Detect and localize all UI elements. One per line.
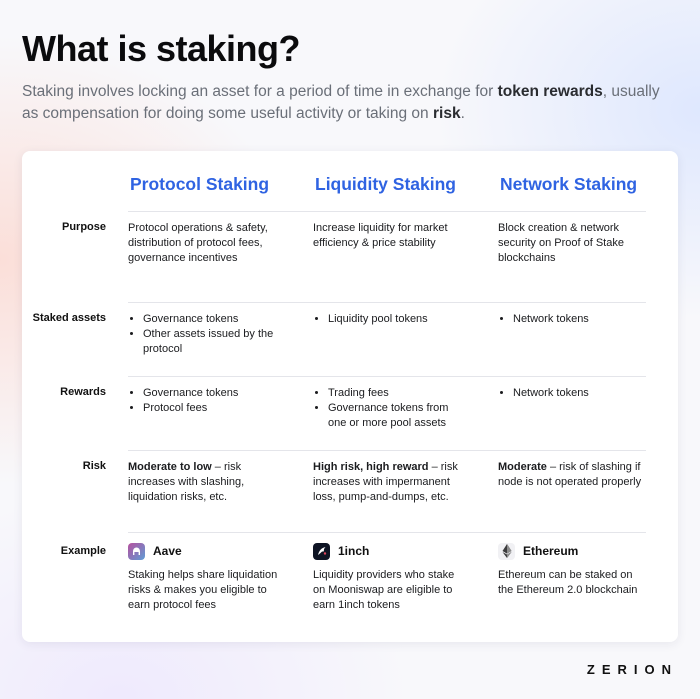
cell-rewards-protocol: Governance tokens Protocol fees	[128, 386, 278, 416]
subtitle-emphasis: risk	[432, 105, 461, 122]
subtitle-text: .	[460, 105, 465, 122]
risk-level: Moderate	[498, 461, 547, 473]
ethereum-logo-icon	[498, 542, 515, 560]
subtitle-emphasis: token rewards	[497, 83, 603, 100]
risk-level: High risk, high reward	[313, 461, 429, 473]
cell-staked-assets-protocol: Governance tokens Other assets issued by…	[128, 312, 278, 357]
list-item: Governance tokens	[143, 386, 278, 401]
row-label-example: Example	[60, 545, 106, 557]
row-label-risk: Risk	[82, 460, 106, 472]
cell-rewards-liquidity: Trading fees Governance tokens from one …	[313, 386, 463, 431]
cell-purpose-protocol: Protocol operations & safety, distributi…	[128, 222, 268, 264]
example-description: Ethereum can be staked on the Ethereum 2…	[498, 569, 638, 596]
cell-example-network: Ethereum Ethereum can be staked on the E…	[498, 542, 648, 598]
page-title: What is staking?	[22, 28, 301, 69]
list-item: Governance tokens	[143, 312, 278, 327]
cell-purpose-network: Block creation & network security on Pro…	[498, 222, 624, 264]
page-subtitle: Staking involves locking an asset for a …	[22, 81, 662, 125]
list-item: Network tokens	[513, 312, 648, 327]
divider	[128, 532, 646, 533]
cell-rewards-network: Network tokens	[498, 386, 648, 401]
cell-example-protocol: Aave Staking helps share liquidation ris…	[128, 542, 278, 613]
cell-staked-assets-network: Network tokens	[498, 312, 648, 327]
list-item: Other assets issued by the protocol	[143, 327, 278, 357]
zerion-logo: ZERION	[586, 662, 678, 677]
1inch-logo-icon	[313, 542, 330, 560]
column-header-network: Network Staking	[500, 174, 638, 194]
list-item: Network tokens	[513, 386, 648, 401]
cell-risk-liquidity: High risk, high reward – risk increases …	[313, 460, 463, 505]
row-label-staked-assets: Staked assets	[32, 312, 106, 324]
list-item: Trading fees	[328, 386, 463, 401]
divider	[128, 376, 646, 377]
divider	[128, 211, 646, 212]
list-item: Governance tokens from one or more pool …	[328, 401, 463, 431]
cell-purpose-liquidity: Increase liquidity for market efficiency…	[313, 222, 448, 249]
example-brand: Ethereum	[498, 542, 648, 560]
cell-risk-network: Moderate – risk of slashing if node is n…	[498, 460, 648, 490]
example-brand: Aave	[128, 542, 278, 560]
example-name: 1inch	[338, 543, 370, 558]
example-brand: 1inch	[313, 542, 463, 560]
row-label-rewards: Rewards	[60, 386, 106, 398]
list-item: Liquidity pool tokens	[328, 312, 463, 327]
risk-level: Moderate to low	[128, 461, 212, 473]
column-header-protocol: Protocol Staking	[130, 174, 270, 194]
list-item: Protocol fees	[143, 401, 278, 416]
example-name: Ethereum	[523, 543, 579, 558]
cell-staked-assets-liquidity: Liquidity pool tokens	[313, 312, 463, 327]
aave-logo-icon	[128, 542, 145, 560]
example-description: Liquidity providers who stake on Moonisw…	[313, 569, 455, 611]
subtitle-text: Staking involves locking an asset for a …	[22, 83, 498, 100]
row-label-purpose: Purpose	[61, 221, 106, 233]
cell-risk-protocol: Moderate to low – risk increases with sl…	[128, 460, 278, 505]
column-header-liquidity: Liquidity Staking	[315, 174, 456, 194]
divider	[128, 450, 646, 451]
cell-example-liquidity: 1inch Liquidity providers who stake on M…	[313, 542, 463, 613]
example-name: Aave	[153, 543, 182, 558]
comparison-table: Protocol Staking Liquidity Staking Netwo…	[22, 151, 678, 642]
example-description: Staking helps share liquidation risks & …	[128, 569, 278, 611]
divider	[128, 302, 646, 303]
